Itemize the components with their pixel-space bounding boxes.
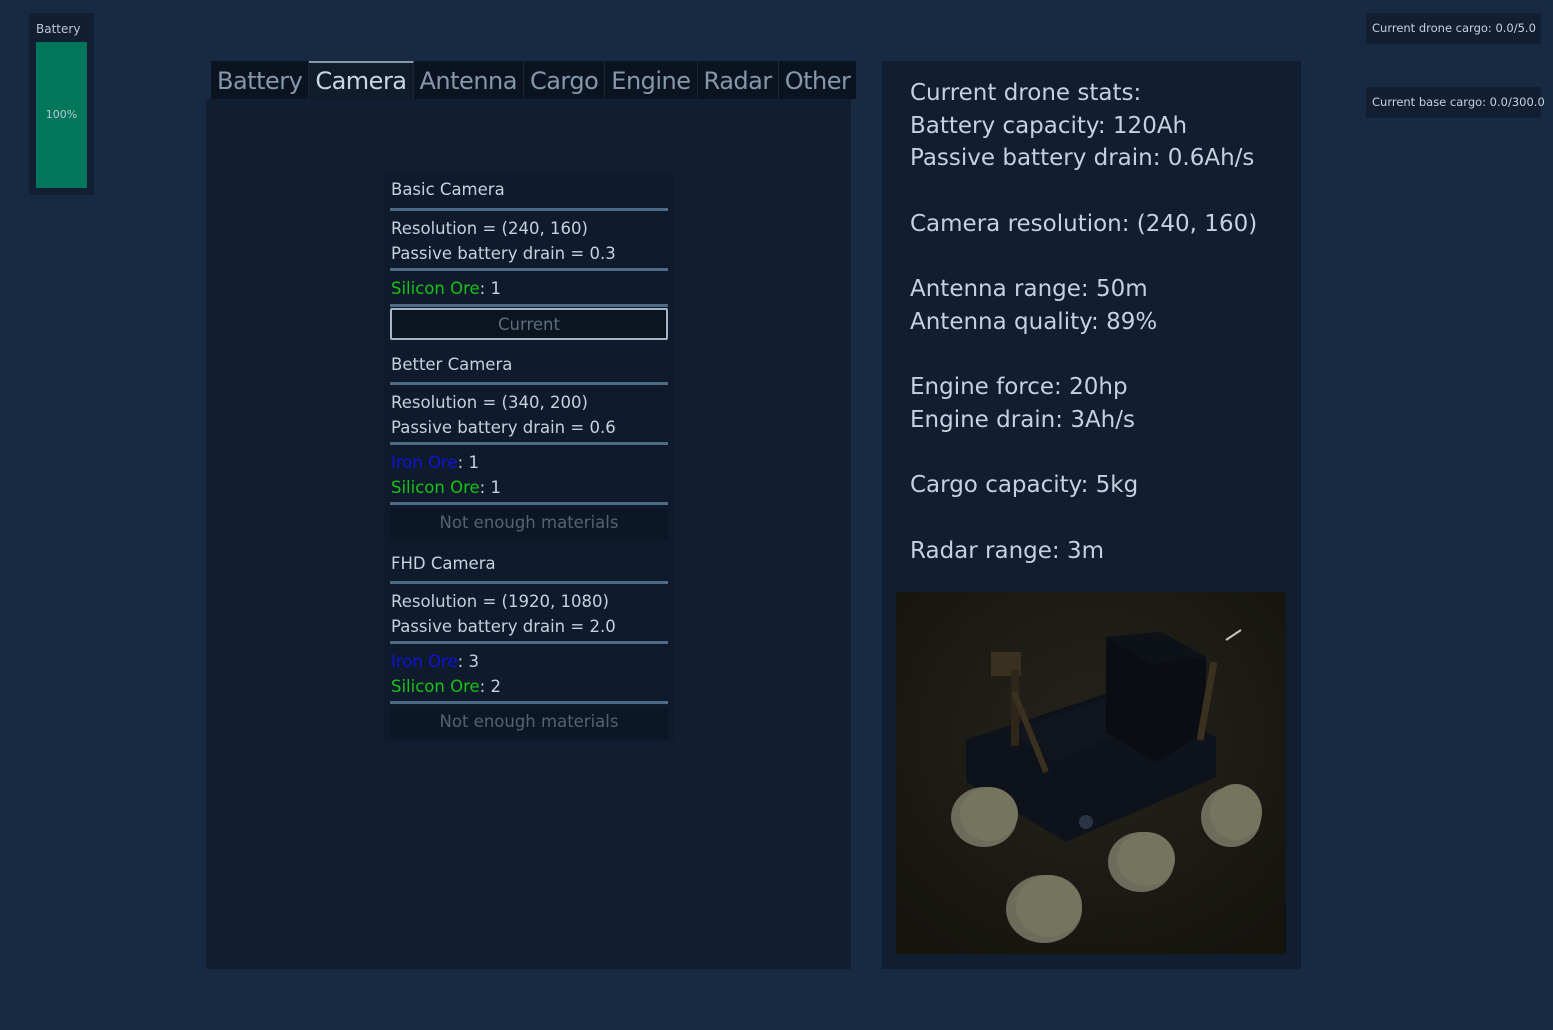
drone-stats-text: Current drone stats: Battery capacity: 12… <box>910 77 1257 568</box>
stat-line: Engine drain: 3Ah/s <box>910 407 1135 434</box>
stat-spacer <box>910 502 1257 535</box>
stat-line: Passive battery drain: 0.6Ah/s <box>910 145 1255 172</box>
ore-amount: : 1 <box>479 478 501 497</box>
stat-line: Engine force: 20hp <box>910 374 1128 401</box>
tab-other[interactable]: Other <box>778 61 857 99</box>
tab-cargo[interactable]: Cargo <box>523 61 606 99</box>
upgrade-title: Basic Camera <box>391 180 505 199</box>
upgrade-resolution: Resolution = (340, 200) <box>391 393 588 412</box>
divider <box>390 502 668 505</box>
divider <box>390 701 668 704</box>
upgrade-card-basic-camera: Basic Camera Resolution = (240, 160) Pas… <box>390 180 668 340</box>
stat-line: Radar range: 3m <box>910 537 1105 564</box>
battery-widget: Battery 100% <box>29 13 94 195</box>
current-button[interactable]: Current <box>390 308 668 340</box>
ore-amount: : 3 <box>457 652 479 671</box>
stat-line: Cargo capacity: 5kg <box>910 472 1139 499</box>
ore-amount: : 2 <box>479 677 501 696</box>
tab-camera[interactable]: Camera <box>309 61 414 99</box>
ore-name: Silicon Ore <box>391 478 480 497</box>
upgrade-drain: Passive battery drain = 2.0 <box>391 617 616 636</box>
upgrade-tabs: Battery Camera Antenna Cargo Engine Rada… <box>211 61 857 99</box>
stat-line: Antenna quality: 89% <box>910 308 1158 335</box>
battery-percent: 100% <box>45 108 78 121</box>
ore-name: Silicon Ore <box>391 279 480 298</box>
wheel-face <box>1016 875 1082 937</box>
drone-preview-viewport <box>896 592 1286 954</box>
cost-line: Silicon Ore: 1 <box>390 276 668 301</box>
camera-upgrade-list[interactable]: Basic Camera Resolution = (240, 160) Pas… <box>384 173 674 741</box>
wheel-face <box>1210 784 1262 840</box>
drone-rover-illustration <box>896 592 1286 954</box>
upgrade-card-better-camera: Better Camera Resolution = (340, 200) Pa… <box>390 355 668 540</box>
upgrade-title: FHD Camera <box>391 554 496 573</box>
tab-engine[interactable]: Engine <box>605 61 698 99</box>
ore-name: Silicon Ore <box>391 677 480 696</box>
upgrade-card-fhd-camera: FHD Camera Resolution = (1920, 1080) Pas… <box>390 554 668 739</box>
ore-amount: : 1 <box>457 453 479 472</box>
battery-bar: 100% <box>36 42 87 188</box>
tab-radar[interactable]: Radar <box>697 61 779 99</box>
headlight <box>1079 815 1093 829</box>
ore-name: Iron Ore <box>391 652 458 671</box>
tab-antenna[interactable]: Antenna <box>413 61 524 99</box>
ore-amount: : 1 <box>479 279 501 298</box>
ore-name: Iron Ore <box>391 453 458 472</box>
stat-spacer <box>910 241 1257 274</box>
drone-stats-panel: Current drone stats: Battery capacity: 12… <box>882 61 1301 969</box>
upgrade-title: Better Camera <box>391 355 513 374</box>
stat-line: Battery capacity: 120Ah <box>910 112 1188 139</box>
cost-line: Silicon Ore: 1 <box>390 475 668 500</box>
cost-line: Silicon Ore: 2 <box>390 674 668 699</box>
cost-line: Iron Ore: 1 <box>390 450 668 475</box>
stat-spacer <box>910 339 1257 372</box>
wheel-face <box>960 787 1018 841</box>
upgrade-resolution: Resolution = (1920, 1080) <box>391 592 609 611</box>
divider <box>390 304 668 307</box>
stat-spacer <box>910 175 1257 208</box>
upgrade-drain: Passive battery drain = 0.3 <box>391 244 616 263</box>
base-cargo-label: Current base cargo: 0.0/300.0 <box>1366 87 1545 118</box>
cost-line: Iron Ore: 3 <box>390 649 668 674</box>
stat-line: Current drone stats: <box>910 80 1142 106</box>
drone-cargo-label: Current drone cargo: 0.0/5.0 <box>1366 13 1541 44</box>
stat-line: Camera resolution: (240, 160) <box>910 210 1258 237</box>
stat-spacer <box>910 437 1257 470</box>
upgrade-drain: Passive battery drain = 0.6 <box>391 418 616 437</box>
tab-battery[interactable]: Battery <box>211 61 310 99</box>
buy-button-disabled[interactable]: Not enough materials <box>390 707 668 739</box>
wheel-face <box>1117 832 1175 886</box>
upgrade-resolution: Resolution = (240, 160) <box>391 219 588 238</box>
battery-label: Battery <box>36 22 81 36</box>
stat-line: Antenna range: 50m <box>910 276 1148 303</box>
buy-button-disabled[interactable]: Not enough materials <box>390 508 668 540</box>
